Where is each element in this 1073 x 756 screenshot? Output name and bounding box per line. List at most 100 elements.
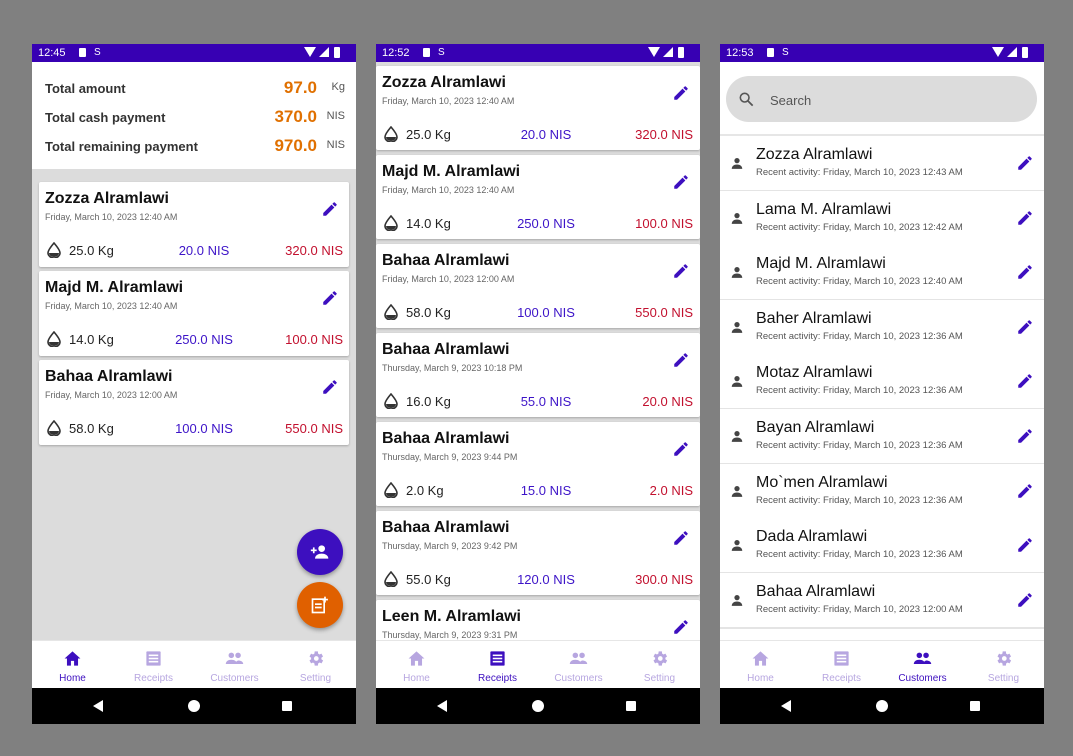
edit-icon[interactable] <box>1016 318 1034 336</box>
status-time: 12:45 <box>38 47 66 59</box>
receipt-card[interactable]: Bahaa Alramlawi Thursday, March 9, 2023 9… <box>376 422 700 506</box>
back-icon[interactable] <box>437 700 447 712</box>
receipt-card[interactable]: Zozza Alramlawi Friday, March 10, 2023 12… <box>39 182 349 267</box>
tab-home[interactable]: Home <box>376 641 457 689</box>
receipt-cash: 15.0 NIS <box>520 483 572 498</box>
edit-icon[interactable] <box>321 289 339 307</box>
customer-item[interactable]: Dada Alramlawi Recent activity: Friday, M… <box>720 518 1044 575</box>
add-receipt-fab[interactable] <box>297 582 343 628</box>
customer-name: Mo`men Alramlawi <box>756 473 888 491</box>
tab-setting[interactable]: Setting <box>619 641 700 689</box>
receipt-card[interactable]: Zozza Alramlawi Friday, March 10, 2023 12… <box>376 66 700 150</box>
customer-item[interactable]: Bayan Alramlawi Recent activity: Friday, … <box>720 409 1044 465</box>
receipt-remaining: 320.0 NIS <box>635 127 693 142</box>
edit-icon[interactable] <box>672 440 690 458</box>
tab-setting[interactable]: Setting <box>963 641 1044 689</box>
receipt-card[interactable]: Bahaa Alramlawi Thursday, March 9, 2023 9… <box>376 511 700 595</box>
edit-icon[interactable] <box>672 351 690 369</box>
receipt-remaining: 100.0 NIS <box>285 332 343 347</box>
receipt-cash: 20.0 NIS <box>178 243 230 258</box>
home-circle-icon[interactable] <box>188 700 200 712</box>
customer-name: Bahaa Alramlawi <box>382 341 510 358</box>
tab-customers[interactable]: Customers <box>538 641 619 689</box>
receipt-card[interactable]: Majd M. Alramlawi Friday, March 10, 2023 … <box>39 271 349 356</box>
home-circle-icon[interactable] <box>532 700 544 712</box>
receipt-cash: 100.0 NIS <box>517 305 575 320</box>
customer-item[interactable]: Lama M. Alramlawi Recent activity: Friday… <box>720 190 1044 247</box>
back-icon[interactable] <box>93 700 103 712</box>
receipt-weight: 58.0 Kg <box>69 421 114 436</box>
weight-drop-icon <box>384 214 398 232</box>
tab-setting[interactable]: Setting <box>275 641 356 689</box>
tab-customers[interactable]: Customers <box>194 641 275 689</box>
weight-drop-icon <box>47 330 61 348</box>
edit-icon[interactable] <box>672 529 690 547</box>
edit-icon[interactable] <box>321 378 339 396</box>
search-icon <box>739 92 754 107</box>
edit-icon[interactable] <box>1016 372 1034 390</box>
receipt-date: Friday, March 10, 2023 12:40 AM <box>382 185 515 195</box>
customer-item[interactable]: Majd M. Alramlawi Recent activity: Friday… <box>720 245 1044 302</box>
customer-item[interactable]: Motaz Alramlawi Recent activity: Friday, … <box>720 354 1044 411</box>
home-screen: 12:45 S Total amount 97.0 Kg Total cash … <box>32 44 356 724</box>
edit-icon[interactable] <box>672 173 690 191</box>
weight-drop-icon <box>384 303 398 321</box>
edit-icon[interactable] <box>1016 154 1034 172</box>
receipt-card[interactable]: Majd M. Alramlawi Friday, March 10, 2023 … <box>376 155 700 239</box>
receipt-card[interactable]: Bahaa Alramlawi Thursday, March 9, 2023 1… <box>376 333 700 417</box>
status-bar: 12:53 S <box>720 44 1044 62</box>
summary-card: Total amount 97.0 Kg Total cash payment … <box>32 62 356 169</box>
recents-icon[interactable] <box>970 701 980 711</box>
recents-icon[interactable] <box>282 701 292 711</box>
tab-home[interactable]: Home <box>32 641 113 689</box>
edit-icon[interactable] <box>672 618 690 636</box>
receipt-card[interactable]: Bahaa Alramlawi Friday, March 10, 2023 12… <box>39 360 349 445</box>
receipt-remaining: 2.0 NIS <box>649 483 693 498</box>
edit-icon[interactable] <box>1016 427 1034 445</box>
customer-name: Lama M. Alramlawi <box>756 200 892 218</box>
receipt-weight: 16.0 Kg <box>406 394 451 409</box>
summary-total-cash: Total cash payment 370.0 NIS <box>45 107 345 128</box>
edit-icon[interactable] <box>1016 482 1034 500</box>
recent-activity: Recent activity: Friday, March 10, 2023 … <box>756 167 963 178</box>
tab-customers[interactable]: Customers <box>882 641 963 689</box>
battery-icon <box>1022 47 1028 58</box>
tab-receipts[interactable]: Receipts <box>801 641 882 689</box>
signal-icon <box>319 47 329 57</box>
tab-receipts[interactable]: Receipts <box>457 641 538 689</box>
receipt-date: Friday, March 10, 2023 12:00 AM <box>45 390 178 400</box>
back-icon[interactable] <box>781 700 791 712</box>
customer-name: Baher Alramlawi <box>756 309 872 327</box>
edit-icon[interactable] <box>672 84 690 102</box>
bottom-navigation: Home Receipts Customers Setting <box>32 640 356 689</box>
recent-activity: Recent activity: Friday, March 10, 2023 … <box>756 385 963 397</box>
customer-item[interactable]: Baher Alramlawi Recent activity: Friday, … <box>720 299 1044 356</box>
summary-label: Total amount <box>45 81 126 96</box>
person-icon <box>730 429 744 443</box>
receipt-date: Friday, March 10, 2023 12:00 AM <box>382 274 515 284</box>
status-time: 12:53 <box>726 47 754 59</box>
edit-icon[interactable] <box>1016 536 1034 554</box>
receipt-remaining: 550.0 NIS <box>285 421 343 436</box>
customer-item[interactable]: Bahaa Alramlawi Recent activity: Friday, … <box>720 572 1044 629</box>
edit-icon[interactable] <box>672 262 690 280</box>
receipt-remaining: 300.0 NIS <box>635 572 693 587</box>
receipt-card[interactable]: Bahaa Alramlawi Friday, March 10, 2023 12… <box>376 244 700 328</box>
tab-home[interactable]: Home <box>720 641 801 689</box>
customer-item[interactable]: Zozza Alramlawi Recent activity: Friday, … <box>720 136 1044 192</box>
edit-icon[interactable] <box>321 200 339 218</box>
edit-icon[interactable] <box>1016 591 1034 609</box>
summary-value: 97.0 <box>283 78 317 97</box>
search-bar[interactable] <box>726 76 1037 122</box>
tab-receipts[interactable]: Receipts <box>113 641 194 689</box>
add-customer-fab[interactable] <box>297 529 343 575</box>
recents-icon[interactable] <box>626 701 636 711</box>
search-input[interactable] <box>768 89 1012 111</box>
edit-icon[interactable] <box>1016 209 1034 227</box>
edit-icon[interactable] <box>1016 263 1034 281</box>
receipt-remaining: 320.0 NIS <box>285 243 343 258</box>
tab-label: Receipts <box>134 673 173 684</box>
home-circle-icon[interactable] <box>876 700 888 712</box>
customer-item[interactable]: Mo`men Alramlawi Recent activity: Friday,… <box>720 463 1044 520</box>
receipt-weight: 2.0 Kg <box>406 483 444 498</box>
